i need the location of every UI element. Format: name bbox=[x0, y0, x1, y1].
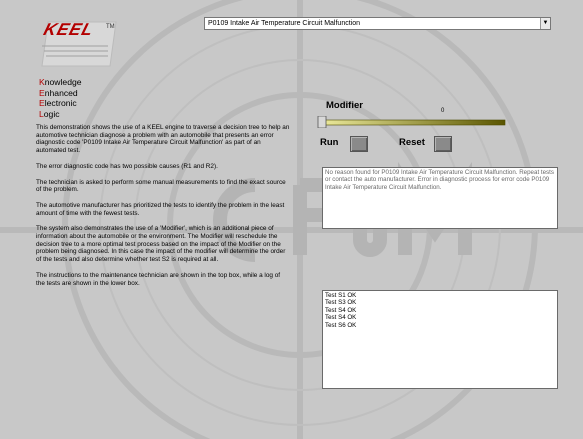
modifier-label: Modifier bbox=[326, 100, 363, 111]
keel-logo: KEEL TM bbox=[38, 18, 118, 70]
log-line: Test S1 OK bbox=[325, 292, 357, 299]
log-line: Test S3 OK bbox=[325, 299, 357, 307]
reset-label: Reset bbox=[399, 137, 425, 148]
run-label: Run bbox=[320, 137, 339, 148]
keel-acronym: Knowledge Enhanced Electronic Logic bbox=[39, 77, 82, 119]
description-paragraph: The error diagnostic code has two possib… bbox=[36, 162, 218, 170]
modifier-value: 0 bbox=[441, 108, 445, 114]
log-line: Test S4 OK bbox=[325, 314, 357, 322]
dropdown-selected-value: P0109 Intake Air Temperature Circuit Mal… bbox=[208, 20, 361, 27]
run-button[interactable] bbox=[350, 136, 368, 152]
logo-text: KEEL bbox=[41, 20, 97, 39]
acronym-rest: lectronic bbox=[44, 98, 77, 108]
test-log-box[interactable]: Test S1 OK Test S3 OK Test S4 OK Test S4… bbox=[322, 290, 558, 389]
instruction-message-text: No reason found for P0109 Intake Air Tem… bbox=[325, 169, 554, 191]
acronym-row: Knowledge bbox=[39, 77, 82, 88]
slider-track[interactable] bbox=[320, 119, 506, 126]
description-paragraph: The system also demonstrates the use of … bbox=[36, 225, 286, 264]
error-code-dropdown[interactable]: P0109 Intake Air Temperature Circuit Mal… bbox=[204, 17, 551, 30]
description-paragraph: This demonstration shows the use of a KE… bbox=[36, 124, 290, 155]
logo-trademark: TM bbox=[106, 24, 115, 30]
acronym-rest: nhanced bbox=[44, 87, 78, 98]
demo-description: This demonstration shows the use of a KE… bbox=[36, 124, 290, 295]
modifier-slider[interactable] bbox=[317, 116, 507, 128]
log-line: Test S4 OK bbox=[325, 306, 357, 314]
description-paragraph: The automotive manufacturer has prioriti… bbox=[36, 201, 285, 217]
log-line: Test S6 OK bbox=[325, 321, 357, 329]
chevron-down-icon[interactable]: ▼ bbox=[540, 18, 550, 29]
reset-button[interactable] bbox=[434, 136, 452, 152]
acronym-row: Logic bbox=[39, 109, 82, 120]
acronym-row: Enhanced bbox=[39, 88, 82, 99]
acronym-rest: ogic bbox=[43, 108, 60, 119]
description-paragraph: The technician is asked to perform some … bbox=[36, 178, 286, 194]
slider-thumb[interactable] bbox=[317, 116, 327, 128]
acronym-row: Electronic bbox=[39, 98, 82, 109]
instruction-message-box[interactable]: No reason found for P0109 Intake Air Tem… bbox=[322, 167, 558, 229]
acronym-rest: nowledge bbox=[44, 77, 82, 87]
description-paragraph: The instructions to the maintenance tech… bbox=[36, 271, 281, 287]
